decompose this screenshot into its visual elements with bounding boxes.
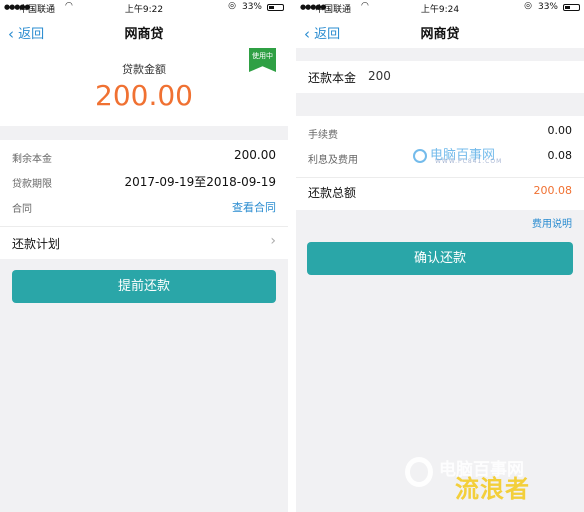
watermark-url: WWW.PC841.COM <box>435 158 503 165</box>
loan-period-label: 贷款期限 <box>12 179 52 190</box>
fee-explanation-link[interactable]: 费用说明 <box>532 215 572 230</box>
remaining-principal-label: 剩余本金 <box>12 154 52 165</box>
prepay-button[interactable]: 提前还款 <box>12 270 276 303</box>
page-title: 网商贷 <box>124 27 164 42</box>
watermark-bottom: 电脑百事网 流浪者 <box>405 455 575 510</box>
handling-fee-row: 手续费 0.00 <box>308 122 572 144</box>
repayment-screen: ●●●●● 中国联通 ◠ 上午9:24 ◎ 33% ‹ 返回 网商贷 还款本金 … <box>296 0 584 512</box>
view-contract-link[interactable]: 查看合同 <box>232 199 276 215</box>
status-bar: ●●●●● 中国联通 ◠ 上午9:24 ◎ 33% <box>296 0 584 16</box>
loan-detail-screen: ●●●●● 中国联通 ◠ 上午9:22 ◎ 33% ‹ 返回 网商贷 贷款金额 … <box>0 0 288 512</box>
remaining-principal-row: 剩余本金 200.00 <box>12 146 276 168</box>
handling-fee-label: 手续费 <box>308 130 338 141</box>
page-title: 网商贷 <box>420 27 460 42</box>
loan-period-value: 2017-09-19至2018-09-19 <box>124 175 276 189</box>
loan-amount-value: 200.00 <box>95 79 193 112</box>
confirm-repay-button[interactable]: 确认还款 <box>307 242 573 275</box>
watermark: 电脑百事网 WWW.PC841.COM <box>413 144 501 165</box>
nav-bar: ‹ 返回 网商贷 <box>0 16 288 48</box>
status-bar: ●●●●● 中国联通 ◠ 上午9:22 ◎ 33% <box>0 0 288 16</box>
battery-percent: 33% <box>241 2 262 12</box>
watermark-tagline: 流浪者 <box>455 475 530 503</box>
total-repayment-row: 还款总额 200.08 <box>296 177 584 210</box>
repay-principal-label: 还款本金 <box>308 71 357 85</box>
handling-fee-value: 0.00 <box>547 124 573 137</box>
repayment-plan-item[interactable]: 还款计划 › <box>0 226 288 259</box>
battery-icon <box>563 4 580 11</box>
repayment-plan-label: 还款计划 <box>12 237 61 251</box>
remaining-principal-value: 200.00 <box>234 148 276 162</box>
repay-principal-input[interactable]: 200 <box>368 69 391 83</box>
battery-icon <box>267 4 284 11</box>
total-repayment-value: 200.08 <box>533 184 573 197</box>
loan-amount-card: 贷款金额 200.00 使用中 <box>0 48 288 126</box>
contract-label: 合同 <box>12 204 32 215</box>
rotation-lock-icon: ◎ <box>524 1 532 11</box>
repay-principal-field[interactable]: 还款本金 200 <box>296 61 584 93</box>
watermark-logo-icon <box>405 457 433 487</box>
nav-bar: ‹ 返回 网商贷 <box>296 16 584 48</box>
total-repayment-label: 还款总额 <box>308 186 357 200</box>
interest-label: 利息及费用 <box>308 155 358 166</box>
watermark-logo-icon <box>413 148 427 163</box>
contract-row: 合同 查看合同 <box>12 196 276 218</box>
interest-value: 0.08 <box>547 149 573 162</box>
rotation-lock-icon: ◎ <box>228 1 236 11</box>
loan-details: 剩余本金 200.00 贷款期限 2017-09-19至2018-09-19 合… <box>0 140 288 226</box>
loan-amount-label: 贷款金额 <box>122 63 166 76</box>
chevron-right-icon: › <box>270 233 276 249</box>
battery-percent: 33% <box>537 2 558 12</box>
loan-period-row: 贷款期限 2017-09-19至2018-09-19 <box>12 171 276 193</box>
